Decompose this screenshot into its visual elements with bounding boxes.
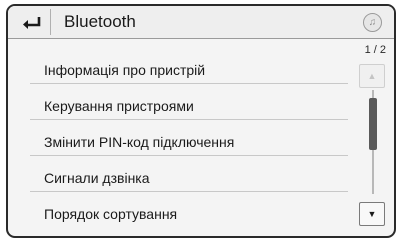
menu-item-change-pin[interactable]: Змінити PIN-код підключення	[30, 120, 348, 156]
menu-item-ringtones[interactable]: Сигнали дзвінка	[30, 156, 348, 192]
scroll-down-button[interactable]: ▼	[359, 202, 385, 226]
menu-item-sort-order[interactable]: Порядок сортування	[30, 192, 348, 228]
music-note-icon: ♫	[368, 17, 377, 28]
menu-item-device-info[interactable]: Інформація про пристрій	[30, 48, 348, 84]
back-button[interactable]	[14, 9, 51, 35]
bluetooth-settings-screen: Bluetooth ♫ Інформація про пристрій Керу…	[6, 4, 396, 238]
scrollbar-thumb[interactable]	[369, 98, 377, 150]
settings-menu-list: Інформація про пристрій Керування пристр…	[30, 48, 348, 228]
menu-item-device-management[interactable]: Керування пристроями	[30, 84, 348, 120]
page-title: Bluetooth	[64, 12, 136, 31]
arrow-up-icon: ▲	[367, 71, 377, 81]
scroll-up-button[interactable]: ▲	[359, 64, 385, 88]
music-button[interactable]: ♫	[363, 13, 382, 32]
arrow-down-icon: ▼	[367, 209, 377, 219]
back-arrow-icon	[23, 17, 41, 29]
page-indicator: 1 / 2	[364, 44, 386, 56]
title-bar: Bluetooth ♫	[8, 6, 394, 39]
